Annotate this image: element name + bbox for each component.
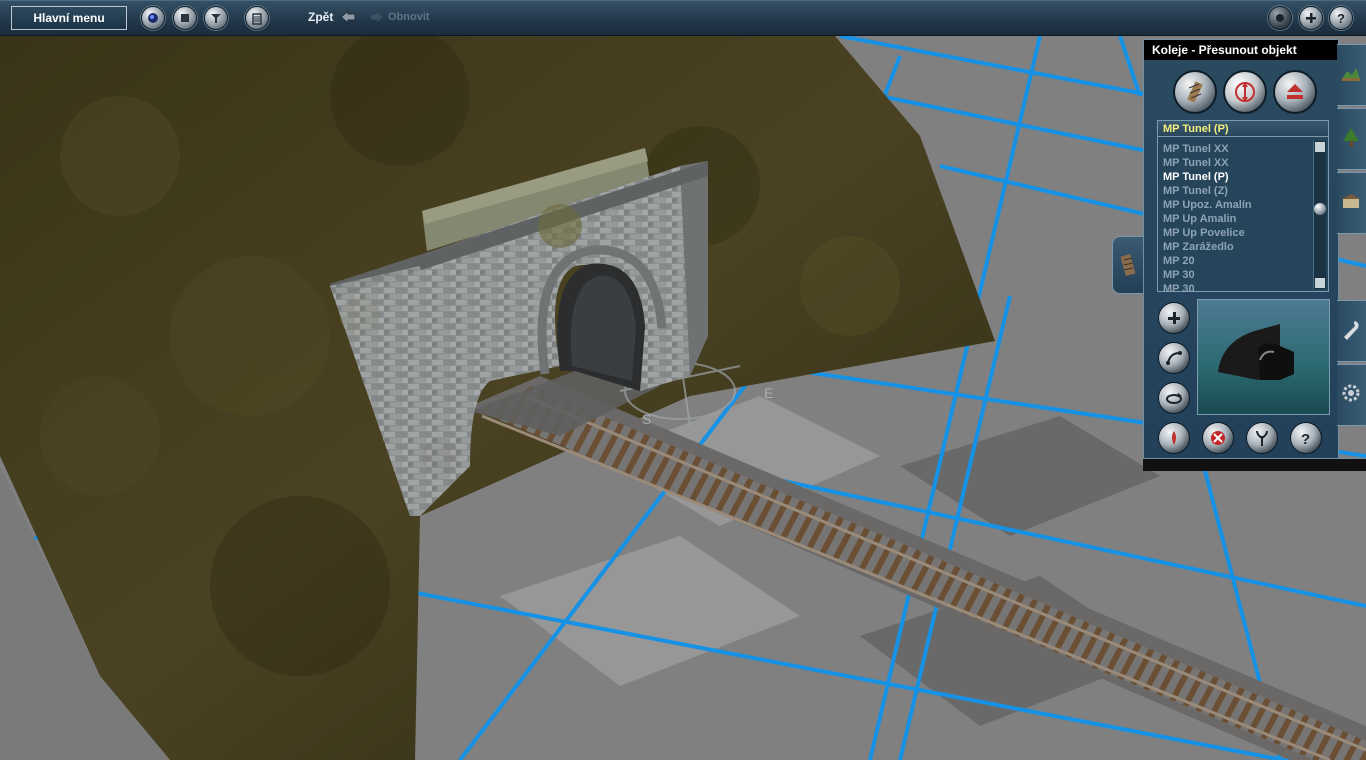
cancel-button[interactable] xyxy=(1202,422,1234,454)
list-item[interactable]: MP Tunel (Z) xyxy=(1163,184,1311,198)
list-item[interactable]: MP Upoz. Amalín xyxy=(1163,198,1311,212)
smooth-track-button[interactable] xyxy=(1158,342,1190,374)
panel-help-button[interactable]: ? xyxy=(1290,422,1322,454)
main-menu-button[interactable]: Hlavní menu xyxy=(11,6,127,30)
tunnel-preview-image xyxy=(1218,324,1294,380)
tab-tools[interactable] xyxy=(1337,300,1366,362)
spray-icon xyxy=(1172,431,1176,445)
plus-icon xyxy=(1306,13,1316,23)
building-icon xyxy=(1342,194,1360,208)
trash-icon xyxy=(252,13,262,25)
panel-title: Koleje - Přesunout objekt xyxy=(1144,40,1338,60)
tab-settings[interactable] xyxy=(1337,364,1366,426)
lay-track-button[interactable] xyxy=(1173,70,1217,114)
undo-button[interactable]: Zpět xyxy=(308,10,333,24)
object-preview xyxy=(1197,299,1330,415)
square-icon xyxy=(181,14,189,22)
junction-icon xyxy=(1256,430,1268,446)
object-list-items: MP Tunel XX MP Tunel XX MP Tunel (P) MP Tun… xyxy=(1163,142,1311,296)
redo-button[interactable]: Obnovit xyxy=(388,11,430,23)
plus-icon xyxy=(1168,312,1180,324)
add-button[interactable] xyxy=(1299,6,1323,30)
blue-dot-icon xyxy=(148,13,158,23)
eject-icon xyxy=(1287,84,1303,99)
list-item[interactable]: MP 30 xyxy=(1163,268,1311,282)
track-icon xyxy=(1187,81,1203,103)
collapse-panel-tab[interactable] xyxy=(1112,236,1144,294)
list-item[interactable]: MP Up Amalin xyxy=(1163,212,1311,226)
list-selected-header: MP Tunel (P) xyxy=(1158,121,1328,137)
object-list[interactable]: MP Tunel (P) MP Tunel XX MP Tunel XX MP Tu… xyxy=(1157,120,1329,295)
camera-button[interactable] xyxy=(1268,6,1292,30)
list-scrollbar[interactable] xyxy=(1313,141,1326,289)
scroll-thumb[interactable] xyxy=(1314,203,1326,215)
curve-icon xyxy=(1166,351,1182,365)
scroll-down-arrow-icon[interactable] xyxy=(1315,278,1325,288)
add-object-button[interactable] xyxy=(1158,302,1190,334)
list-item[interactable]: MP Up Povelice xyxy=(1163,226,1311,240)
gear-icon xyxy=(1342,384,1360,402)
tree-icon xyxy=(1343,128,1359,147)
top-toolbar: Hlavní menu Zpět Obnovit ? xyxy=(0,0,1366,36)
list-item[interactable]: MP Tunel (P) xyxy=(1163,170,1311,184)
list-item[interactable]: MP Tunel XX xyxy=(1163,156,1311,170)
delete-button[interactable] xyxy=(245,6,269,30)
question-icon: ? xyxy=(1337,11,1345,26)
list-item[interactable]: MP 30 xyxy=(1163,282,1311,296)
tools-button[interactable] xyxy=(141,6,165,30)
filter-button[interactable] xyxy=(204,6,228,30)
rotate-icon xyxy=(1166,393,1182,404)
close-icon xyxy=(1211,431,1225,445)
terrain-icon xyxy=(1342,68,1360,81)
scroll-up-arrow-icon[interactable] xyxy=(1315,142,1325,152)
delete-object-button[interactable] xyxy=(1273,70,1317,114)
svg-text:?: ? xyxy=(1337,11,1345,26)
list-item[interactable]: MP 20 xyxy=(1163,254,1311,268)
wrench-icon xyxy=(1344,321,1359,340)
compass-south-label: S xyxy=(642,411,651,427)
tab-trees[interactable] xyxy=(1337,108,1366,170)
panel-footer-bar xyxy=(1143,458,1366,471)
list-item[interactable]: MP Zarážedlo xyxy=(1163,240,1311,254)
funnel-icon xyxy=(211,14,221,23)
track-piece-icon xyxy=(1120,254,1136,276)
arrow-right-icon xyxy=(371,12,383,22)
move-arrows-icon xyxy=(1235,82,1255,102)
dark-orb-icon xyxy=(1276,14,1284,22)
tab-buildings[interactable] xyxy=(1337,172,1366,234)
svg-text:?: ? xyxy=(1301,431,1310,447)
stop-button[interactable] xyxy=(173,6,197,30)
brush-tool-button[interactable] xyxy=(1158,422,1190,454)
arrow-left-icon[interactable] xyxy=(340,10,356,24)
help-button[interactable]: ? xyxy=(1329,6,1353,30)
move-object-button[interactable] xyxy=(1223,70,1267,114)
tab-terrain[interactable] xyxy=(1337,44,1366,106)
track-tools-panel: Koleje - Přesunout objekt MP Tunel (P) M… xyxy=(1143,39,1339,471)
question-icon: ? xyxy=(1301,431,1310,447)
rotate-object-button[interactable] xyxy=(1158,382,1190,414)
list-item[interactable]: MP Tunel XX xyxy=(1163,142,1311,156)
junction-button[interactable] xyxy=(1246,422,1278,454)
compass-east-label: E xyxy=(764,385,773,401)
